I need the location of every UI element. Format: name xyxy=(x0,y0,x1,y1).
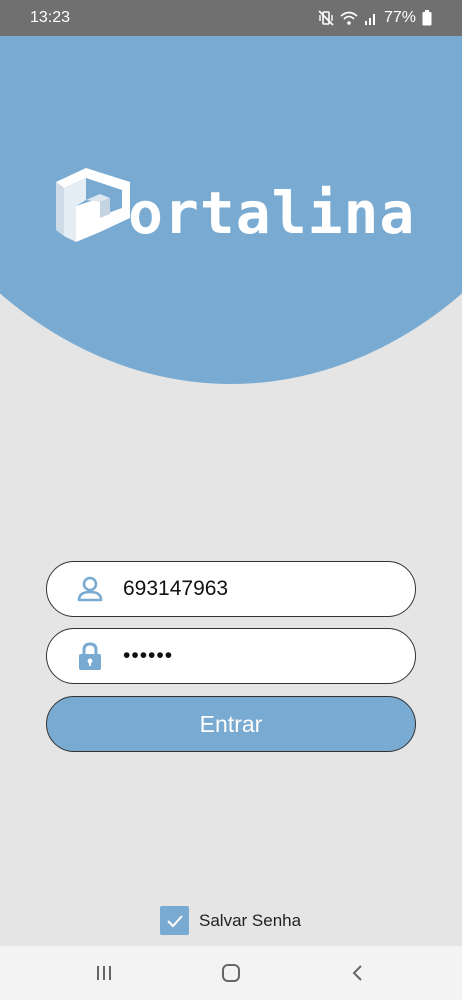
system-nav-bar xyxy=(0,946,462,1000)
user-icon xyxy=(75,574,105,604)
password-field[interactable]: •••••• xyxy=(46,628,416,684)
wifi-icon xyxy=(340,11,358,25)
battery-icon xyxy=(422,10,432,26)
username-field[interactable] xyxy=(46,561,416,617)
save-password-label: Salvar Senha xyxy=(199,910,302,930)
username-input[interactable] xyxy=(123,577,383,601)
status-time: 13:23 xyxy=(30,9,71,26)
recents-icon[interactable] xyxy=(84,953,124,993)
lock-icon xyxy=(75,641,105,671)
check-icon xyxy=(166,914,183,927)
back-icon[interactable] xyxy=(338,953,378,993)
mute-vibrate-icon xyxy=(318,10,334,26)
status-bar: 13:23 77% xyxy=(0,0,462,36)
brand-logo: ortalina xyxy=(52,166,415,246)
status-icons: 77% xyxy=(318,9,432,27)
logo-wordmark: ortalina xyxy=(128,179,416,247)
signal-icon xyxy=(364,14,375,25)
cube-p-logo xyxy=(56,168,130,242)
login-button[interactable]: Entrar xyxy=(46,696,416,752)
save-password-row[interactable]: Salvar Senha xyxy=(160,906,301,935)
battery-percent: 77% xyxy=(383,9,416,26)
save-password-checkbox[interactable] xyxy=(160,906,189,935)
password-input[interactable]: •••••• xyxy=(123,644,173,668)
home-icon[interactable] xyxy=(211,953,251,993)
hero-banner: ortalina xyxy=(0,36,462,384)
